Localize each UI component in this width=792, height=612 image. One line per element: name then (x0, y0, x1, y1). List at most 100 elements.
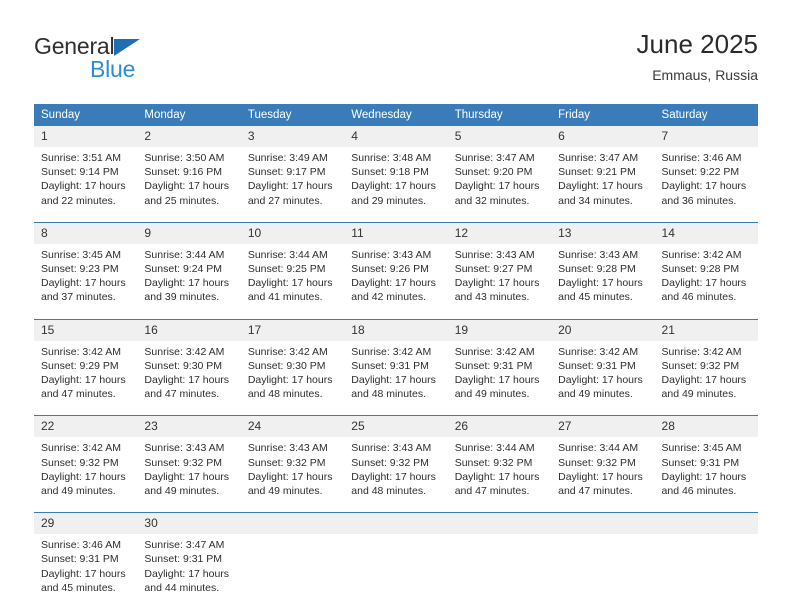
daylight-text: Daylight: 17 hours and 22 minutes. (41, 180, 126, 207)
day-number-row: 8 9 10 11 12 13 14 (34, 221, 758, 244)
day-cell[interactable]: Sunrise: 3:44 AM Sunset: 9:25 PM Dayligh… (240, 243, 345, 320)
sunrise-text: Sunrise: 3:47 AM (558, 152, 639, 164)
day-number[interactable]: 9 (137, 221, 241, 244)
sunset-text: Sunset: 9:31 PM (144, 553, 223, 566)
day-number-row: 29 30 (34, 512, 758, 535)
sunrise-text: Sunrise: 3:50 AM (144, 152, 225, 164)
day-number[interactable]: 12 (447, 221, 552, 244)
calendar-body: 1 2 3 4 5 6 7 Sunrise: 3:51 AM Sunset: 9… (34, 126, 758, 610)
day-number[interactable]: 19 (447, 318, 552, 341)
sunset-text: Sunset: 9:32 PM (454, 456, 533, 469)
day-cell[interactable]: Sunrise: 3:45 AM Sunset: 9:31 PM Dayligh… (654, 437, 758, 513)
day-number-empty (551, 512, 655, 535)
day-number[interactable]: 15 (34, 318, 138, 341)
day-cell[interactable]: Sunrise: 3:43 AM Sunset: 9:32 PM Dayligh… (240, 437, 345, 513)
sunrise-text: Sunrise: 3:46 AM (661, 152, 742, 164)
day-cell[interactable]: Sunrise: 3:43 AM Sunset: 9:32 PM Dayligh… (344, 437, 448, 513)
day-number[interactable]: 27 (551, 415, 655, 438)
day-number[interactable]: 3 (240, 126, 345, 147)
day-number[interactable]: 30 (137, 512, 241, 535)
day-number[interactable]: 23 (137, 415, 241, 438)
day-cell[interactable]: Sunrise: 3:48 AM Sunset: 9:18 PM Dayligh… (344, 147, 448, 223)
day-number[interactable]: 11 (344, 221, 448, 244)
sunrise-text: Sunrise: 3:42 AM (41, 442, 121, 455)
daylight-text: Daylight: 17 hours and 49 minutes. (144, 470, 230, 498)
day-number[interactable]: 17 (240, 318, 345, 341)
sunrise-text: Sunrise: 3:47 AM (144, 539, 225, 552)
day-cell[interactable]: Sunrise: 3:44 AM Sunset: 9:32 PM Dayligh… (447, 437, 552, 513)
day-cell[interactable]: Sunrise: 3:42 AM Sunset: 9:32 PM Dayligh… (34, 437, 138, 513)
day-number[interactable]: 1 (34, 126, 138, 147)
weekday-header-tuesday: Tuesday (240, 104, 345, 126)
day-number[interactable]: 14 (654, 221, 758, 244)
day-cell[interactable]: Sunrise: 3:49 AM Sunset: 9:17 PM Dayligh… (240, 147, 345, 223)
day-cell[interactable]: Sunrise: 3:47 AM Sunset: 9:20 PM Dayligh… (447, 147, 552, 223)
day-cell[interactable]: Sunrise: 3:43 AM Sunset: 9:28 PM Dayligh… (551, 243, 655, 320)
calendar-page: General Blue June 2025 Emmaus, Russia Su… (0, 0, 792, 612)
sunset-text: Sunset: 9:22 PM (661, 166, 740, 179)
day-number[interactable]: 26 (447, 415, 552, 438)
day-cell[interactable]: Sunrise: 3:42 AM Sunset: 9:28 PM Dayligh… (654, 243, 758, 320)
day-number[interactable]: 29 (34, 512, 138, 535)
day-number[interactable]: 25 (344, 415, 448, 438)
brand-top-line: General (34, 34, 254, 59)
day-cell[interactable]: Sunrise: 3:44 AM Sunset: 9:24 PM Dayligh… (137, 243, 241, 320)
calendar-table: Sunday Monday Tuesday Wednesday Thursday… (34, 104, 758, 610)
day-cell[interactable]: Sunrise: 3:42 AM Sunset: 9:31 PM Dayligh… (551, 340, 655, 416)
day-cell-empty (344, 534, 448, 610)
day-cell[interactable]: Sunrise: 3:45 AM Sunset: 9:23 PM Dayligh… (34, 243, 138, 320)
day-number[interactable]: 8 (34, 221, 138, 244)
day-number[interactable]: 4 (344, 126, 448, 147)
day-cell[interactable]: Sunrise: 3:46 AM Sunset: 9:31 PM Dayligh… (34, 534, 138, 610)
day-number[interactable]: 16 (137, 318, 241, 341)
day-cell[interactable]: Sunrise: 3:51 AM Sunset: 9:14 PM Dayligh… (34, 147, 138, 223)
daylight-text: Daylight: 17 hours and 39 minutes. (144, 277, 230, 304)
sunset-text: Sunset: 9:32 PM (661, 359, 740, 372)
daylight-text: Daylight: 17 hours and 36 minutes. (661, 180, 747, 207)
day-cell[interactable]: Sunrise: 3:44 AM Sunset: 9:32 PM Dayligh… (551, 437, 655, 513)
day-number[interactable]: 6 (551, 126, 655, 147)
sunset-text: Sunset: 9:25 PM (247, 263, 326, 276)
day-cell[interactable]: Sunrise: 3:43 AM Sunset: 9:32 PM Dayligh… (137, 437, 241, 513)
day-number[interactable]: 24 (240, 415, 345, 438)
day-cell[interactable]: Sunrise: 3:50 AM Sunset: 9:16 PM Dayligh… (137, 147, 241, 223)
sunrise-text: Sunrise: 3:42 AM (247, 345, 328, 358)
day-cell[interactable]: Sunrise: 3:42 AM Sunset: 9:30 PM Dayligh… (137, 340, 241, 416)
day-number-row: 1 2 3 4 5 6 7 (34, 126, 758, 147)
sunset-text: Sunset: 9:28 PM (661, 263, 740, 276)
day-number[interactable]: 5 (447, 126, 552, 147)
daylight-text: Daylight: 17 hours and 49 minutes. (41, 470, 126, 498)
day-cell[interactable]: Sunrise: 3:42 AM Sunset: 9:31 PM Dayligh… (344, 340, 448, 416)
weekday-header-sunday: Sunday (34, 104, 138, 126)
brand-logo[interactable]: General Blue (34, 34, 254, 88)
day-cell[interactable]: Sunrise: 3:42 AM Sunset: 9:32 PM Dayligh… (654, 340, 758, 416)
day-number[interactable]: 21 (654, 318, 758, 341)
page-subtitle: Emmaus, Russia (652, 67, 758, 83)
sunset-text: Sunset: 9:32 PM (144, 456, 223, 469)
day-number[interactable]: 18 (344, 318, 448, 341)
day-cell[interactable]: Sunrise: 3:43 AM Sunset: 9:27 PM Dayligh… (447, 243, 552, 320)
day-cell[interactable]: Sunrise: 3:47 AM Sunset: 9:31 PM Dayligh… (137, 534, 241, 610)
day-cell[interactable]: Sunrise: 3:47 AM Sunset: 9:21 PM Dayligh… (551, 147, 655, 223)
sunset-text: Sunset: 9:32 PM (41, 456, 119, 469)
day-number[interactable]: 22 (34, 415, 138, 438)
day-number[interactable]: 20 (551, 318, 655, 341)
day-number[interactable]: 28 (654, 415, 758, 438)
day-cell[interactable]: Sunrise: 3:42 AM Sunset: 9:30 PM Dayligh… (240, 340, 345, 416)
daylight-text: Daylight: 17 hours and 25 minutes. (144, 180, 230, 207)
daylight-text: Daylight: 17 hours and 47 minutes. (41, 374, 126, 401)
sunset-text: Sunset: 9:28 PM (558, 263, 636, 276)
sunrise-text: Sunrise: 3:42 AM (661, 248, 742, 261)
day-cell[interactable]: Sunrise: 3:46 AM Sunset: 9:22 PM Dayligh… (654, 147, 758, 223)
day-number[interactable]: 7 (654, 126, 758, 147)
daylight-text: Daylight: 17 hours and 47 minutes. (454, 470, 540, 498)
day-number[interactable]: 2 (137, 126, 241, 147)
day-cell[interactable]: Sunrise: 3:43 AM Sunset: 9:26 PM Dayligh… (344, 243, 448, 320)
day-cell[interactable]: Sunrise: 3:42 AM Sunset: 9:29 PM Dayligh… (34, 340, 138, 416)
day-cell-empty (551, 534, 655, 610)
day-cell[interactable]: Sunrise: 3:42 AM Sunset: 9:31 PM Dayligh… (447, 340, 552, 416)
sunset-text: Sunset: 9:30 PM (247, 359, 326, 372)
day-number[interactable]: 13 (551, 221, 655, 244)
day-number[interactable]: 10 (240, 221, 345, 244)
daylight-text: Daylight: 17 hours and 27 minutes. (247, 180, 333, 207)
